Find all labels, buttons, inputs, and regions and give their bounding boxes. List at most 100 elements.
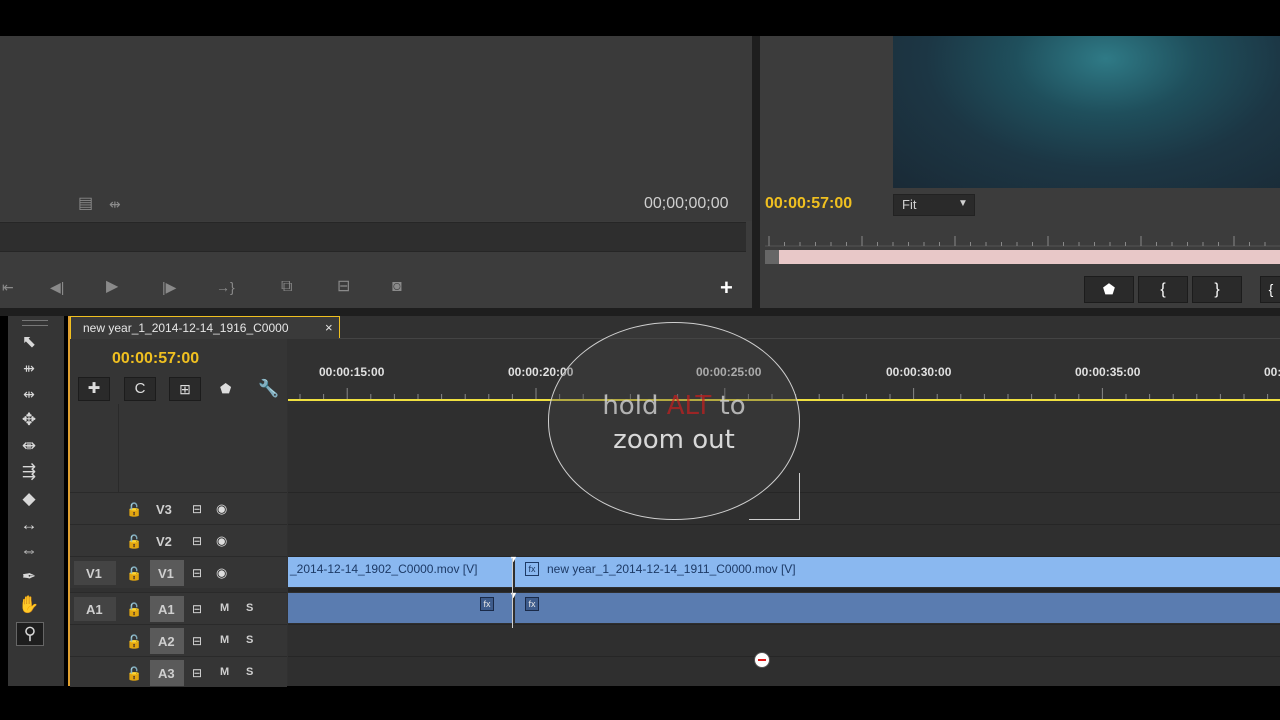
source-patch-v1[interactable]: V1 bbox=[74, 561, 116, 585]
panel-grip[interactable] bbox=[22, 320, 48, 326]
track-name-a3: A3 bbox=[158, 666, 175, 681]
program-monitor: 00:00:57:00 Fit ▼ ⬟ { } { bbox=[760, 36, 1280, 308]
lock-icon[interactable]: 🔓 bbox=[126, 634, 142, 650]
program-video-frame bbox=[893, 36, 1280, 188]
lane-separator bbox=[288, 524, 1280, 525]
camera-icon[interactable]: ◙ bbox=[392, 279, 402, 295]
panel-divider[interactable] bbox=[0, 308, 1280, 316]
sync-lock-icon[interactable]: ⊟ bbox=[192, 534, 202, 548]
lane-separator bbox=[288, 656, 1280, 657]
hint-line-2: zoom out bbox=[613, 425, 735, 455]
lock-icon[interactable]: 🔓 bbox=[126, 602, 142, 618]
timeline-tab[interactable]: new year_1_2014-12-14_1916_C0000 × bbox=[70, 316, 340, 339]
selection-tool-icon[interactable]: ⬉ bbox=[16, 331, 42, 353]
program-scrub-bar[interactable] bbox=[765, 250, 1280, 264]
razor-tool-icon[interactable]: ◆ bbox=[16, 488, 42, 510]
lock-icon[interactable]: 🔓 bbox=[126, 534, 142, 550]
audio-clip[interactable]: fx bbox=[515, 593, 1280, 623]
video-clip[interactable]: fx new year_1_2014-12-14_1911_C0000.mov … bbox=[515, 557, 1280, 587]
mark-out-icon: } bbox=[1214, 281, 1220, 298]
rolling-edit-tool-icon[interactable]: ✥ bbox=[16, 409, 42, 431]
tab-close-icon[interactable]: × bbox=[325, 320, 333, 335]
playhead[interactable] bbox=[512, 558, 513, 628]
track-header-v3: 🔓 V3 ⊟ ◉ bbox=[70, 492, 287, 524]
track-name-v3[interactable]: V3 bbox=[156, 502, 172, 517]
go-to-in-icon[interactable]: ⇤ bbox=[2, 280, 14, 294]
monitor-divider[interactable] bbox=[752, 36, 760, 308]
zoom-select[interactable]: Fit ▼ bbox=[893, 194, 975, 216]
track-name-a1: A1 bbox=[158, 602, 175, 617]
linked-selection-button[interactable]: C bbox=[124, 377, 156, 401]
overwrite-icon[interactable]: ⊟ bbox=[337, 279, 350, 295]
mute-button[interactable]: M bbox=[220, 666, 229, 678]
go-to-in-button[interactable]: { bbox=[1260, 276, 1280, 303]
add-marker-button[interactable]: ⬟ bbox=[1084, 276, 1134, 303]
track-select-tool-icon[interactable]: ⇻ bbox=[16, 357, 42, 379]
scrub-start-handle[interactable] bbox=[765, 250, 779, 264]
sync-lock-icon[interactable]: ⊟ bbox=[192, 502, 202, 516]
hint-text-pre: hold bbox=[602, 391, 667, 421]
ruler-ticks bbox=[765, 236, 1280, 247]
track-select-forward-tool-icon[interactable]: ⇶ bbox=[16, 461, 42, 483]
lock-icon[interactable]: 🔓 bbox=[126, 666, 142, 682]
program-timecode[interactable]: 00:00:57:00 bbox=[765, 195, 852, 213]
mark-out-button[interactable]: } bbox=[1192, 276, 1242, 303]
track-name-v2[interactable]: V2 bbox=[156, 534, 172, 549]
program-ruler[interactable] bbox=[765, 232, 1280, 250]
eye-icon[interactable]: ◉ bbox=[216, 565, 227, 581]
insert-icon[interactable]: ⧉ bbox=[281, 279, 292, 295]
zoom-tool-icon[interactable]: ⚲ bbox=[16, 622, 44, 646]
edit-point-icon: ▼ bbox=[509, 590, 518, 600]
eye-icon[interactable]: ◉ bbox=[216, 533, 227, 549]
solo-button[interactable]: S bbox=[246, 634, 253, 646]
video-audio-divider[interactable] bbox=[288, 588, 1280, 592]
track-name-a2-box[interactable]: A2 bbox=[150, 628, 184, 654]
step-back-icon[interactable]: ◀| bbox=[50, 280, 64, 294]
sync-lock-icon[interactable]: ⊟ bbox=[192, 566, 202, 580]
timeline-timecode[interactable]: 00:00:57:00 bbox=[112, 350, 199, 368]
source-patch-a1[interactable]: A1 bbox=[74, 597, 116, 621]
hand-tool-icon[interactable]: ✋ bbox=[16, 594, 42, 616]
source-monitor: ▤ ⇹ 00;00;00;00 ⇤ ◀| ▶ |▶ →} ⧉ ⊟ ◙ + bbox=[0, 36, 752, 308]
track-header-a1: A1 🔓 A1 ⊟ M S bbox=[70, 592, 287, 624]
zoom-select-value: Fit bbox=[902, 197, 917, 212]
pen-tool-icon[interactable]: ✒ bbox=[16, 566, 42, 588]
go-to-out-icon[interactable]: →} bbox=[216, 280, 235, 294]
mute-button[interactable]: M bbox=[220, 602, 229, 614]
ripple-edit-tool-icon[interactable]: ⇹ bbox=[16, 383, 42, 405]
solo-button[interactable]: S bbox=[246, 666, 253, 678]
linked-clip-button[interactable]: ⊞ bbox=[169, 377, 201, 401]
hint-corner bbox=[749, 473, 800, 520]
track-name-v1: V1 bbox=[158, 566, 174, 581]
sync-lock-icon[interactable]: ⊟ bbox=[192, 602, 202, 616]
track-name-a1-box[interactable]: A1 bbox=[150, 596, 184, 622]
wrench-icon[interactable]: 🔧 bbox=[258, 379, 279, 399]
slide-tool-icon[interactable]: ⇔ bbox=[16, 540, 42, 562]
step-forward-icon[interactable]: |▶ bbox=[162, 280, 176, 294]
video-clip[interactable]: _2014-12-14_1902_C0000.mov [V] bbox=[288, 557, 513, 587]
source-scrub-bar[interactable] bbox=[0, 222, 746, 252]
rate-stretch-tool-icon[interactable]: ⇼ bbox=[16, 435, 42, 457]
sync-lock-icon[interactable]: ⊟ bbox=[192, 666, 202, 680]
drag-handle-icon[interactable]: ⇹ bbox=[109, 197, 121, 211]
fx-badge: fx bbox=[525, 597, 539, 611]
slip-tool-icon[interactable]: ↔ bbox=[16, 514, 42, 536]
lock-icon[interactable]: 🔓 bbox=[126, 502, 142, 518]
add-marker-icon[interactable]: ⬟ bbox=[220, 381, 231, 397]
mute-button[interactable]: M bbox=[220, 634, 229, 646]
eye-icon[interactable]: ◉ bbox=[216, 501, 227, 517]
mark-in-button[interactable]: { bbox=[1138, 276, 1188, 303]
play-icon[interactable]: ▶ bbox=[106, 279, 118, 295]
snap-button[interactable]: ✚ bbox=[78, 377, 110, 401]
track-header-a2: 🔓 A2 ⊟ M S bbox=[70, 624, 287, 656]
track-name-a3-box[interactable]: A3 bbox=[150, 660, 184, 686]
audio-clip[interactable]: fx bbox=[288, 593, 513, 623]
track-name-v1-box[interactable]: V1 bbox=[150, 560, 184, 586]
solo-button[interactable]: S bbox=[246, 602, 253, 614]
add-button[interactable]: + bbox=[720, 275, 733, 301]
source-timecode[interactable]: 00;00;00;00 bbox=[644, 195, 729, 213]
film-strip-icon[interactable]: ▤ bbox=[78, 196, 93, 212]
sync-lock-icon[interactable]: ⊟ bbox=[192, 634, 202, 648]
timeline-header: 00:00:57:00 ✚ C ⊞ ⬟ 🔧 bbox=[70, 339, 287, 404]
lock-icon[interactable]: 🔓 bbox=[126, 566, 142, 582]
